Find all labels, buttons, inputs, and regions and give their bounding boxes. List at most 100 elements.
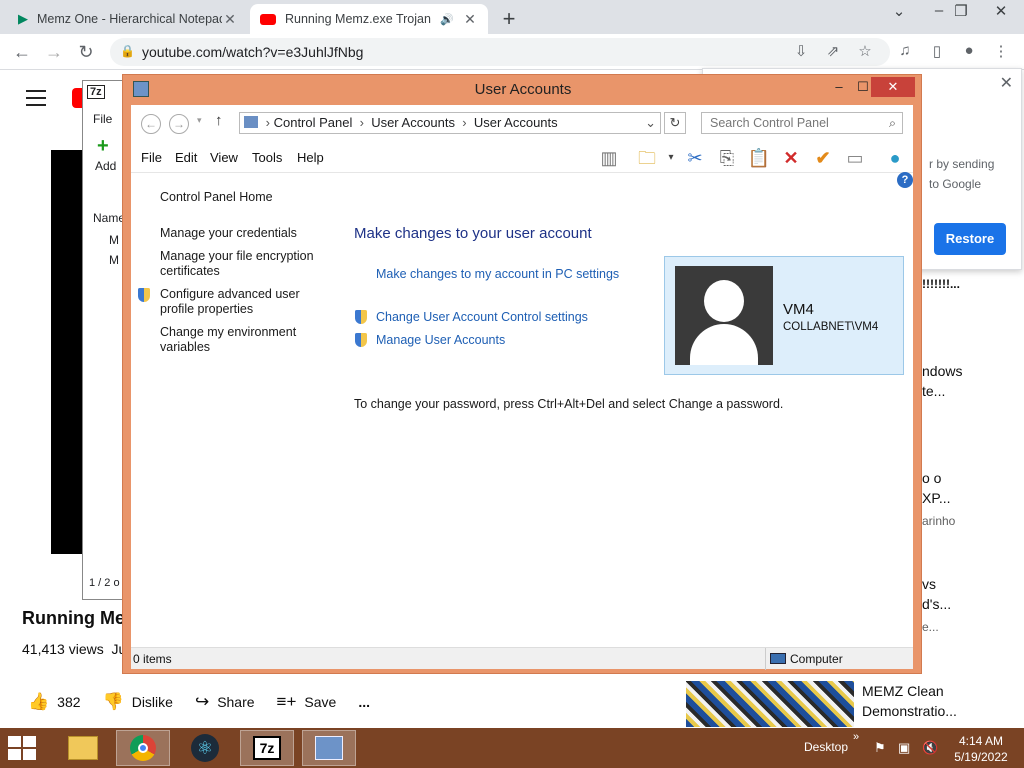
tab-running-memz[interactable]: Running Memz.exe Trojan on 🔊 ✕ [250, 4, 488, 34]
address-bar[interactable]: › Control Panel › User Accounts › User A… [239, 112, 661, 134]
menu-view[interactable]: View [210, 150, 238, 165]
7zip-taskbar-button[interactable]: 7z [240, 730, 294, 766]
breadcrumb-user-accounts[interactable]: User Accounts [371, 115, 455, 130]
sidebar-video-title[interactable]: ndows [922, 363, 962, 379]
file-explorer-taskbar-button[interactable] [56, 730, 110, 766]
breadcrumb-separator: › [458, 115, 471, 130]
folder-icon [68, 736, 98, 760]
control-panel-icon [315, 736, 343, 760]
help-icon[interactable]: ? [897, 172, 913, 188]
forward-button[interactable]: → [42, 40, 66, 64]
uac-settings-link[interactable]: Change User Account Control settings [376, 310, 588, 324]
chrome-icon [130, 735, 156, 761]
desktop-toolbar-label[interactable]: Desktop [804, 740, 848, 754]
nav-manage-credentials[interactable]: Manage your credentials [160, 226, 297, 241]
sidebar-video-title[interactable]: vs [922, 576, 936, 592]
media-control-icon[interactable]: ♫ [894, 42, 916, 62]
start-button[interactable] [8, 736, 38, 760]
sidebar-video-title[interactable]: o o [922, 470, 941, 486]
speaker-icon[interactable]: 🔊 [440, 13, 454, 26]
sidebar-video-title[interactable]: XP... [922, 490, 951, 506]
user-accounts-window[interactable]: User Accounts – ☐ ✕ ← → ▾ ↑ › Control Pa… [122, 74, 922, 674]
close-button[interactable]: ✕ [871, 77, 915, 97]
menu-help[interactable]: Help [297, 150, 324, 165]
close-icon[interactable]: ✕ [1000, 73, 1013, 93]
menu-tools[interactable]: Tools [252, 150, 282, 165]
side-panel-icon[interactable]: ▯ [926, 42, 948, 62]
hamburger-menu-icon[interactable] [26, 90, 46, 106]
tab-memz-one[interactable]: ▶ Memz One - Hierarchical Notepad ✕ [8, 4, 248, 34]
menu-file[interactable]: File [141, 150, 162, 165]
7zip-row[interactable]: M [109, 233, 119, 247]
react-app-taskbar-button[interactable]: ⚛ [178, 730, 232, 766]
system-clock[interactable]: 4:14 AM 5/19/2022 [948, 733, 1014, 765]
action-center-flag-icon[interactable]: ⚑ [874, 740, 886, 756]
recent-pages-icon[interactable]: ▾ [197, 115, 202, 126]
restore-window-button[interactable]: ❐ [946, 2, 976, 20]
reload-button[interactable]: ↻ [74, 40, 98, 64]
sidebar-video-title[interactable]: !!!!!!!... [922, 277, 960, 291]
sidebar-channel: arinho [922, 514, 956, 528]
bookmark-star-icon[interactable]: ☆ [854, 42, 876, 62]
kebab-menu-icon[interactable]: ⋮ [990, 42, 1012, 62]
share-icon[interactable]: ⇗ [822, 42, 844, 62]
sidebar-video-title[interactable]: d's... [922, 596, 951, 612]
7zip-row[interactable]: M [109, 253, 119, 267]
nav-environment-variables[interactable]: Change my environment variables [160, 325, 310, 355]
close-icon[interactable]: ✕ [462, 11, 478, 28]
chevron-right-icon[interactable]: » [853, 731, 859, 743]
breadcrumb-control-panel[interactable]: Control Panel [274, 115, 353, 130]
nav-control-panel-home[interactable]: Control Panel Home [160, 190, 273, 205]
pc-settings-link[interactable]: Make changes to my account in PC setting… [376, 267, 619, 281]
menu-edit[interactable]: Edit [175, 150, 197, 165]
restore-button[interactable]: Restore [934, 223, 1006, 255]
control-panel-taskbar-button[interactable] [302, 730, 356, 766]
manage-accounts-link[interactable]: Manage User Accounts [376, 333, 505, 347]
recommended-title[interactable]: MEMZ Clean Demonstratio... [862, 681, 957, 721]
more-actions-button[interactable]: ... [358, 694, 370, 710]
7zip-menu-file[interactable]: File [93, 112, 112, 126]
install-icon[interactable]: ⇩ [790, 42, 812, 62]
cut-icon[interactable]: ✂ [683, 146, 707, 170]
uac-shield-icon [354, 333, 368, 348]
address-bar[interactable]: 🔒 youtube.com/watch?v=e3JuhlJfNbg ⇩ ⇗ ☆ [110, 38, 890, 66]
play-store-icon: ▶ [18, 11, 28, 26]
dislike-button[interactable]: 👎 Dislike [103, 692, 173, 712]
refresh-icon[interactable]: ↻ [664, 112, 686, 134]
recommended-thumbnail[interactable] [686, 681, 854, 727]
sidebar-video-title[interactable]: te... [922, 383, 945, 399]
paste-icon[interactable]: 📋 [747, 146, 771, 170]
copy-icon[interactable]: ⎘ [715, 146, 739, 170]
volume-muted-icon[interactable]: 🔇 [922, 740, 938, 756]
rename-icon[interactable]: ▭ [843, 146, 867, 170]
close-icon[interactable]: ✕ [222, 11, 238, 28]
playlist-add-icon: ≡+ [276, 692, 297, 711]
undo-check-icon[interactable]: ✔ [811, 146, 835, 170]
close-window-button[interactable]: ✕ [986, 2, 1016, 20]
globe-icon[interactable]: ● [883, 146, 907, 170]
forward-button[interactable]: → [169, 114, 189, 134]
add-icon[interactable]: + [97, 135, 109, 158]
back-button[interactable]: ← [10, 40, 34, 64]
chevron-down-icon[interactable]: ⌄ [645, 113, 656, 133]
new-tab-button[interactable]: + [498, 6, 520, 32]
profile-icon[interactable]: ● [958, 42, 980, 62]
chevron-down-icon[interactable]: ▾ [659, 146, 683, 170]
nav-profile-properties[interactable]: Configure advanced user profile properti… [160, 287, 310, 317]
7zip-column-name[interactable]: Name [93, 211, 125, 225]
save-button[interactable]: ≡+ Save [277, 692, 337, 712]
network-icon[interactable]: ▣ [898, 740, 910, 756]
like-button[interactable]: 👍 382 [28, 692, 81, 712]
nav-file-encryption[interactable]: Manage your file encryption certificates [160, 249, 330, 279]
breadcrumb-user-accounts-current[interactable]: User Accounts [474, 115, 558, 130]
share-button[interactable]: ↪ Share [195, 692, 255, 712]
properties-folder-icon[interactable]: 🗀 [635, 146, 659, 170]
up-arrow-icon[interactable]: ↑ [215, 112, 223, 129]
chrome-taskbar-button[interactable] [116, 730, 170, 766]
delete-icon[interactable]: ✕ [779, 146, 803, 170]
tab-search-icon[interactable]: ⌄ [884, 2, 914, 20]
search-input[interactable]: Search Control Panel ⌕ [701, 112, 903, 134]
back-button[interactable]: ← [141, 114, 161, 134]
7zip-window[interactable]: 7z File + Add Name M M 1 / 2 o [82, 80, 126, 600]
preview-pane-icon[interactable]: ▥ [597, 146, 621, 170]
